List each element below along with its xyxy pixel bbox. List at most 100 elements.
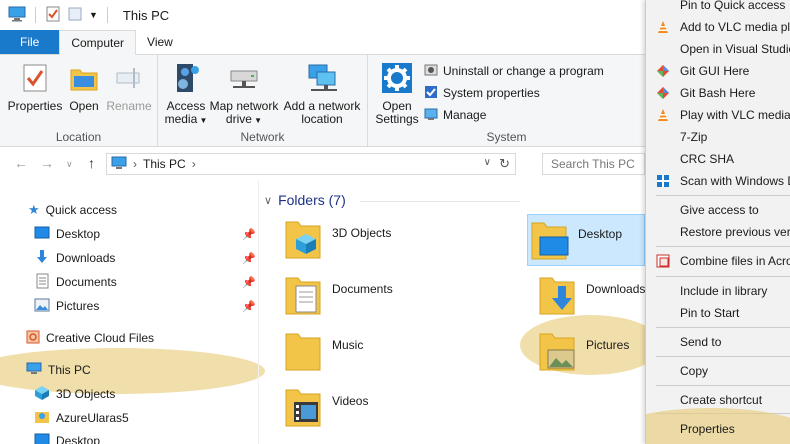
- menu-item-git-bash[interactable]: Git Bash Here: [646, 82, 790, 104]
- pin-icon[interactable]: 📌: [242, 300, 256, 313]
- forward-arrow-icon[interactable]: →: [40, 155, 54, 171]
- folder-tile-pictures[interactable]: Pictures: [536, 326, 645, 378]
- open-button[interactable]: Open: [66, 61, 102, 113]
- up-arrow-icon[interactable]: ↑: [88, 155, 95, 171]
- menu-item-7zip[interactable]: 7-Zip: [646, 126, 790, 148]
- nav-item-documents[interactable]: Documents: [34, 271, 264, 293]
- folder-tile-label: Desktop: [578, 227, 623, 241]
- access-media-button[interactable]: Access media ▼: [164, 61, 208, 127]
- folders-section-header[interactable]: ∨ Folders (7): [264, 192, 346, 208]
- documents-icon: [34, 273, 50, 292]
- nav-item-desktop[interactable]: Desktop: [34, 223, 264, 245]
- folder-tile-label: Pictures: [586, 338, 630, 352]
- tab-computer[interactable]: Computer: [59, 30, 137, 55]
- properties-button[interactable]: Properties: [6, 61, 64, 113]
- menu-item-label: Send to: [680, 335, 722, 349]
- open-label: Open: [69, 99, 99, 113]
- breadcrumb-separator-icon[interactable]: ›: [192, 157, 196, 171]
- menu-item-label: Add to VLC media pla: [680, 20, 790, 34]
- manage-label: Manage: [443, 108, 487, 122]
- folder-tile-videos[interactable]: Videos: [282, 382, 512, 434]
- group-location-label: Location: [55, 130, 102, 144]
- menu-item-pin-start[interactable]: Pin to Start: [646, 302, 790, 324]
- menu-item-pin-quick-access[interactable]: Pin to Quick access: [646, 0, 790, 16]
- nav-item-3d-objects-label: 3D Objects: [56, 387, 116, 401]
- group-system-label: System: [486, 130, 527, 144]
- nav-item-downloads[interactable]: Downloads: [34, 247, 264, 269]
- folder-tile-desktop[interactable]: Desktop: [527, 214, 645, 266]
- refresh-icon[interactable]: ↻: [499, 156, 510, 172]
- map-network-drive-label: Map network drive: [209, 99, 279, 126]
- address-bar[interactable]: › This PC › ∨ ↻: [106, 153, 516, 175]
- menu-item-include-library[interactable]: Include in library: [646, 280, 790, 302]
- menu-item-git-gui[interactable]: Git GUI Here: [646, 60, 790, 82]
- pin-icon[interactable]: 📌: [242, 252, 256, 265]
- menu-item-properties[interactable]: Properties: [646, 418, 790, 440]
- menu-item-send-to[interactable]: Send to: [646, 331, 790, 353]
- folder-tile-music[interactable]: Music: [282, 326, 512, 378]
- map-network-drive-button[interactable]: Map network drive ▼: [208, 61, 280, 127]
- manage-button[interactable]: Manage: [424, 105, 486, 125]
- menu-item-label: Play with VLC media: [680, 108, 790, 122]
- pane-divider: [258, 180, 259, 444]
- collapse-chevron-icon[interactable]: ∨: [264, 194, 272, 207]
- nav-item-azure[interactable]: AzureUlaras5: [34, 407, 264, 429]
- new-folder-quick-icon[interactable]: [67, 6, 83, 25]
- nav-creative-cloud[interactable]: Creative Cloud Files: [26, 327, 256, 349]
- this-pc-icon: [8, 6, 26, 25]
- network-drive-icon: [227, 65, 261, 94]
- tab-file[interactable]: File: [0, 30, 60, 54]
- desktop-folder-icon: [528, 215, 570, 266]
- 3d-objects-folder-icon: [282, 214, 324, 265]
- user-folder-icon: [34, 409, 50, 428]
- recent-locations-chevron-icon[interactable]: ∨: [66, 159, 73, 170]
- download-arrow-icon: [34, 249, 50, 268]
- menu-item-add-to-vlc[interactable]: Add to VLC media pla: [646, 16, 790, 38]
- nav-this-pc[interactable]: This PC: [26, 359, 256, 381]
- rename-button[interactable]: Rename: [104, 61, 154, 113]
- divider: [360, 201, 520, 202]
- menu-item-scan-defender[interactable]: Scan with Windows D: [646, 170, 790, 192]
- uninstall-program-button[interactable]: Uninstall or change a program: [424, 61, 604, 81]
- folder-tile-documents[interactable]: Documents: [282, 270, 512, 322]
- breadcrumb-separator-icon[interactable]: ›: [133, 157, 137, 171]
- pictures-folder-icon: [536, 326, 578, 377]
- properties-icon: [22, 63, 48, 96]
- folder-tile-label: Videos: [332, 394, 369, 408]
- customize-toolbar-chevron-icon[interactable]: ▼: [89, 10, 98, 20]
- menu-item-label: CRC SHA: [680, 152, 735, 166]
- menu-item-combine-acrobat[interactable]: Combine files in Acro: [646, 250, 790, 272]
- address-dropdown-icon[interactable]: ∨: [484, 157, 491, 168]
- search-input[interactable]: Search This PC: [542, 153, 645, 175]
- nav-quick-access[interactable]: ★ Quick access: [26, 199, 256, 221]
- nav-item-pc-desktop[interactable]: Desktop: [34, 430, 264, 444]
- menu-item-restore-previous[interactable]: Restore previous vers: [646, 221, 790, 243]
- folder-tile-label: Documents: [332, 282, 393, 296]
- menu-item-give-access[interactable]: Give access to: [646, 199, 790, 221]
- open-settings-button[interactable]: Open Settings: [372, 61, 422, 126]
- menu-item-label: Properties: [680, 422, 735, 436]
- menu-separator: [656, 385, 790, 386]
- menu-item-open-visual-studio[interactable]: Open in Visual Studio: [646, 38, 790, 60]
- add-network-location-button[interactable]: Add a network location: [282, 61, 362, 126]
- system-properties-button[interactable]: System properties: [424, 83, 540, 103]
- nav-quick-access-label: Quick access: [45, 203, 118, 217]
- menu-separator: [656, 327, 790, 328]
- nav-item-desktop-label: Desktop: [56, 227, 101, 241]
- tab-view[interactable]: View: [136, 30, 184, 54]
- pin-icon[interactable]: 📌: [242, 228, 256, 241]
- gear-icon: [381, 62, 413, 97]
- downloads-folder-icon: [536, 270, 578, 321]
- menu-item-play-vlc[interactable]: Play with VLC media: [646, 104, 790, 126]
- menu-item-label: Git GUI Here: [680, 64, 750, 78]
- pin-icon[interactable]: 📌: [242, 276, 256, 289]
- properties-quick-icon[interactable]: [45, 6, 61, 25]
- back-arrow-icon[interactable]: ←: [14, 155, 28, 171]
- folder-tile-3d-objects[interactable]: 3D Objects: [282, 214, 512, 266]
- nav-item-3d-objects[interactable]: 3D Objects: [34, 383, 264, 405]
- breadcrumb-this-pc[interactable]: This PC: [143, 157, 186, 171]
- nav-item-pictures[interactable]: Pictures: [34, 295, 264, 317]
- menu-item-copy[interactable]: Copy: [646, 360, 790, 382]
- pictures-icon: [34, 298, 50, 315]
- menu-item-crc-sha[interactable]: CRC SHA: [646, 148, 790, 170]
